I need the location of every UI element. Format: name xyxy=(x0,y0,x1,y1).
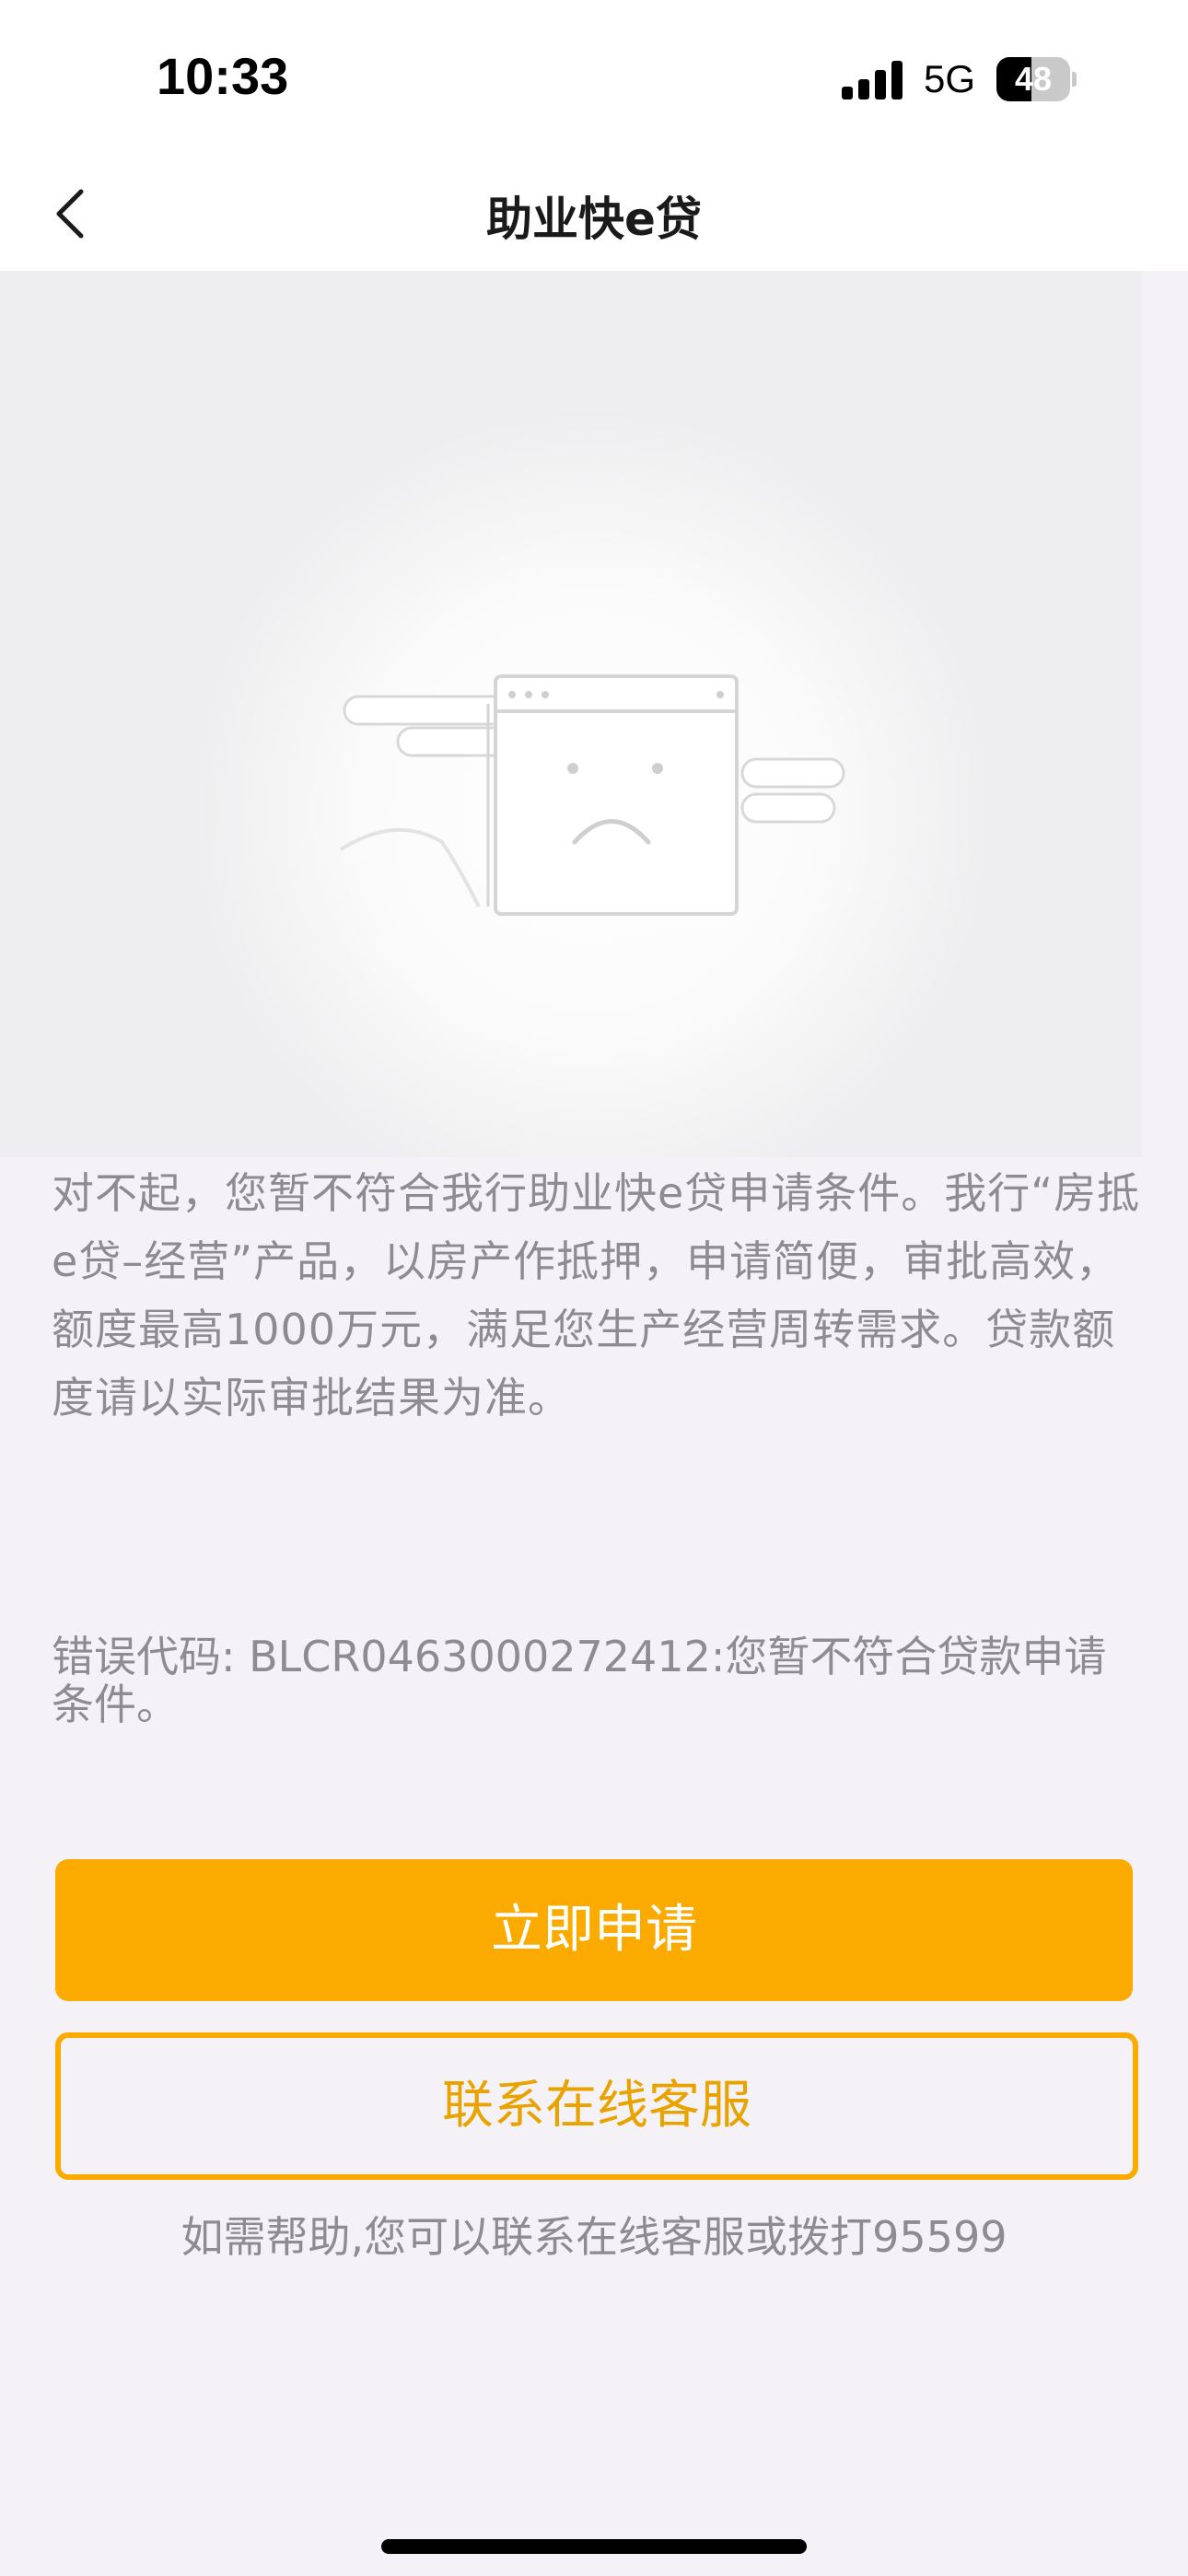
status-bar: 10:33 5G 48 xyxy=(0,0,1188,157)
contact-online-service-button[interactable]: 联系在线客服 xyxy=(55,2032,1138,2180)
apply-now-button[interactable]: 立即申请 xyxy=(55,1859,1133,2001)
home-indicator[interactable] xyxy=(381,2539,807,2554)
status-time: 10:33 xyxy=(157,47,289,105)
page-title: 助业快e贷 xyxy=(486,193,702,246)
loan-result-page: 10:33 5G 48 助业快e贷 对不起，您暂不符合我行助业快e贷申请条件。我… xyxy=(0,0,1188,2576)
ineligible-message: 对不起，您暂不符合我行助业快e贷申请条件。我行“房抵e贷–经营”产品，以房产作抵… xyxy=(52,1168,1141,1423)
battery-icon: 48 xyxy=(996,57,1077,101)
battery-percent: 48 xyxy=(1014,60,1053,98)
sad-browser-window-icon xyxy=(186,407,996,1157)
navigation-bar: 助业快e贷 xyxy=(0,157,1188,271)
illustration-area xyxy=(0,271,1142,1157)
network-type: 5G xyxy=(924,57,976,100)
signal-strength-icon xyxy=(842,61,903,100)
help-text: 如需帮助,您可以联系在线客服或拨打95599 xyxy=(181,2212,1007,2262)
error-code-text: 错误代码: BLCR0463000272412:您暂不符合贷款申请条件。 xyxy=(52,1632,1107,1729)
